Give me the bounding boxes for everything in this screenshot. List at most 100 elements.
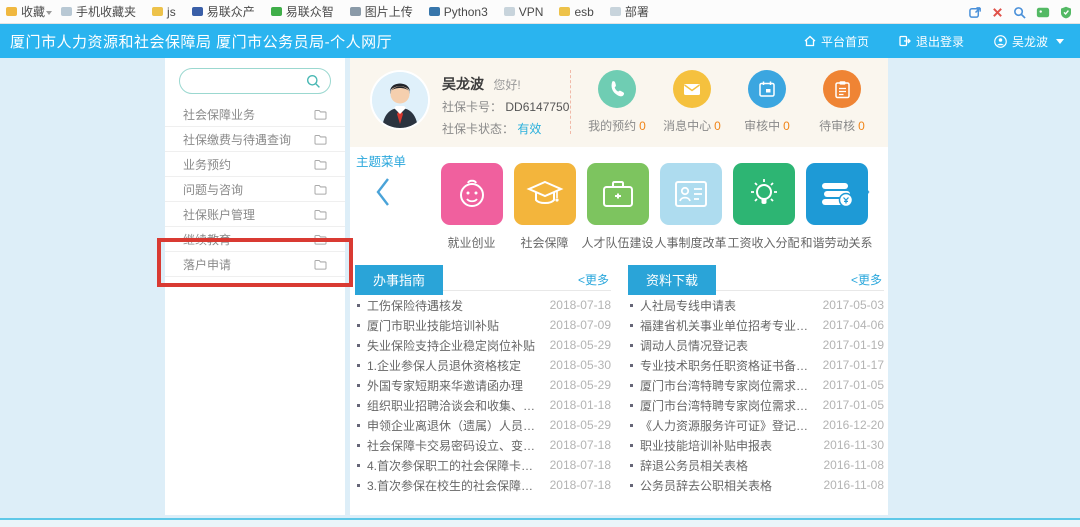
sidebar-item-label: 落户申请 — [183, 257, 232, 272]
bookmark-item[interactable]: VPN — [503, 5, 543, 19]
download-list-item[interactable]: 辞退公务员相关表格 2016-11-08 — [628, 455, 884, 475]
download-list-item[interactable]: 福建省机关事业单位招考专业指导目录（... 2017-04-06 — [628, 315, 884, 335]
bullet-icon — [357, 343, 360, 347]
bookmark-item[interactable]: 易联众产 — [191, 3, 255, 20]
guide-list-item[interactable]: 厦门市职业技能培训补贴 2018-07-09 — [355, 315, 611, 335]
tile-social-security[interactable]: 社会保障 — [508, 163, 581, 251]
bookmark-item[interactable]: 收藏 — [6, 3, 45, 20]
download-list-item[interactable]: 职业技能培训补贴申报表 2016-11-30 — [628, 435, 884, 455]
carousel-prev-button[interactable] — [374, 176, 392, 213]
bookmark-item[interactable]: 手机收藏夹 — [61, 3, 136, 20]
guide-item-date: 2018-07-18 — [549, 458, 611, 472]
guide-item-date: 2018-07-18 — [549, 298, 611, 312]
download-list-item[interactable]: 《人力资源服务许可证》登记事项变更申... 2016-12-20 — [628, 415, 884, 435]
clipboard-icon — [834, 80, 850, 98]
bullet-icon — [630, 443, 633, 447]
logout-link[interactable]: 退出登录 — [899, 33, 964, 50]
bookmark-item[interactable]: js — [152, 5, 176, 19]
close-icon[interactable] — [992, 7, 1003, 18]
tile-labor-relations[interactable]: 和谐劳动关系 — [800, 163, 873, 251]
guide-item-title: 外国专家短期来华邀请函办理 — [367, 378, 524, 393]
folder-icon — [314, 259, 327, 270]
download-list-item[interactable]: 厦门市台湾特聘专家岗位需求信息表 2017-01-05 — [628, 395, 884, 415]
download-item-title: 职业技能培训补贴申报表 — [640, 438, 773, 453]
tile-label: 人才队伍建设 — [581, 236, 654, 250]
sidebar-menu-item[interactable]: 继续教育 — [165, 227, 345, 252]
tab-guide[interactable]: 办事指南 — [355, 265, 444, 295]
logout-link-label: 退出登录 — [915, 34, 964, 49]
dashed-divider — [570, 70, 571, 134]
bookmark-item[interactable]: esb — [559, 4, 594, 19]
guide-more-link[interactable]: <更多 — [578, 271, 609, 288]
sidebar-menu-item[interactable]: 社保账户管理 — [165, 202, 345, 227]
guide-list-item[interactable]: 组织职业招聘洽谈会和收集、发布职业供... 2018-01-18 — [355, 395, 611, 415]
sidebar-item-label: 问题与咨询 — [183, 182, 244, 197]
bullet-icon — [630, 403, 633, 407]
stat-in-review[interactable]: 审核中 0 — [729, 70, 805, 134]
bookmark-item[interactable]: 易联众智 — [270, 3, 334, 20]
bookmark-item[interactable]: 部署 — [609, 3, 649, 20]
guide-list-item[interactable]: 失业保险支持企业稳定岗位补贴 2018-05-29 — [355, 335, 611, 355]
stat-label: 我的预约 — [588, 119, 637, 133]
download-list-item[interactable]: 厦门市台湾特聘专家岗位需求汇总表 2017-01-05 — [628, 375, 884, 395]
download-list-item[interactable]: 人社局专线申请表 2017-05-03 — [628, 295, 884, 315]
download-header: 资料下载 <更多 — [628, 265, 884, 295]
sidebar-menu-item[interactable]: 社会保障业务 — [165, 102, 345, 127]
sidebar-menu-item[interactable]: 业务预约 — [165, 152, 345, 177]
sidebar-menu-item[interactable]: 落户申请 — [165, 252, 345, 277]
folder-icon — [314, 159, 327, 170]
user-menu[interactable]: 吴龙波 — [994, 33, 1064, 50]
search-zoom-icon[interactable] — [1013, 6, 1026, 19]
card-no-label: 社保卡号： — [442, 100, 503, 114]
download-more-link[interactable]: <更多 — [851, 271, 882, 288]
download-item-date: 2016-11-08 — [823, 458, 885, 472]
sidebar-item-label: 社保账户管理 — [183, 207, 256, 222]
idcard-icon — [674, 181, 707, 207]
user-name: 吴龙波 — [442, 76, 484, 92]
guide-list-item[interactable]: 3.首次参保在校生的社会保障卡办理 2018-07-18 — [355, 475, 611, 495]
calendar-icon — [759, 81, 775, 97]
guide-item-date: 2018-07-18 — [549, 478, 611, 492]
home-link[interactable]: 平台首页 — [804, 33, 869, 50]
bookmark-item[interactable]: 图片上传 — [349, 3, 413, 20]
export-icon[interactable] — [969, 6, 982, 19]
tile-employment[interactable]: 就业创业 — [435, 163, 508, 251]
bookmark-item[interactable]: Python3 — [428, 5, 488, 19]
tile-personnel-reform[interactable]: 人事制度改革 — [654, 163, 727, 251]
sidebar-menu-item[interactable]: 社保缴费与待遇查询 — [165, 127, 345, 152]
guide-list-item[interactable]: 1.企业参保人员退休资格核定 2018-05-30 — [355, 355, 611, 375]
bullet-icon — [357, 323, 360, 327]
bullet-icon — [357, 383, 360, 387]
bookmark-label: 部署 — [624, 5, 649, 19]
bookmark-label: 图片上传 — [364, 5, 413, 19]
guide-list-item[interactable]: 申领企业离退休（遗属）人员死亡丧葬费 2018-05-29 — [355, 415, 611, 435]
sidebar: 社会保障业务 社保缴费与待遇查询 业务预约 问题与咨询 社保账户管理 继续教育 … — [165, 58, 345, 515]
download-list-item[interactable]: 调动人员情况登记表 2017-01-19 — [628, 335, 884, 355]
stat-pending-review[interactable]: 待审核 0 — [804, 70, 880, 134]
bullet-icon — [630, 363, 633, 367]
download-list-item[interactable]: 专业技术职务任职资格证书备案表 2017-01-17 — [628, 355, 884, 375]
search-icon[interactable] — [306, 74, 321, 89]
guide-list-item[interactable]: 4.首次参保职工的社会保障卡办理 2018-07-18 — [355, 455, 611, 475]
sidebar-menu-item[interactable]: 问题与咨询 — [165, 177, 345, 202]
stat-my-appointments[interactable]: 我的预约 0 — [579, 70, 655, 134]
shield-icon[interactable] — [1060, 6, 1072, 19]
tile-talent-team[interactable]: 人才队伍建设 — [581, 163, 654, 251]
guide-list-item[interactable]: 社会保障卡交易密码设立、变更办理 2018-07-18 — [355, 435, 611, 455]
image-icon[interactable] — [1036, 7, 1050, 18]
bullet-icon — [357, 363, 360, 367]
chevron-down-icon[interactable] — [46, 11, 52, 15]
guide-item-date: 2018-07-09 — [549, 318, 611, 332]
stat-message-center[interactable]: 消息中心 0 — [654, 70, 730, 134]
download-list-item[interactable]: 公务员辞去公职相关表格 2016-11-08 — [628, 475, 884, 495]
tab-download[interactable]: 资料下载 — [628, 265, 717, 295]
tile-wage-distribution[interactable]: 工资收入分配 — [727, 163, 800, 251]
guide-list-item[interactable]: 工伤保险待遇核发 2018-07-18 — [355, 295, 611, 315]
stat-count: 0 — [714, 119, 721, 133]
bullet-icon — [357, 483, 360, 487]
guide-list-item[interactable]: 外国专家短期来华邀请函办理 2018-05-29 — [355, 375, 611, 395]
guide-section: 办事指南 <更多 工伤保险待遇核发 2018-07-18 厦门市职业技能培训补贴… — [355, 265, 611, 495]
bullet-icon — [357, 443, 360, 447]
graduation-icon — [526, 180, 563, 204]
bookmark-label: esb — [574, 4, 594, 19]
